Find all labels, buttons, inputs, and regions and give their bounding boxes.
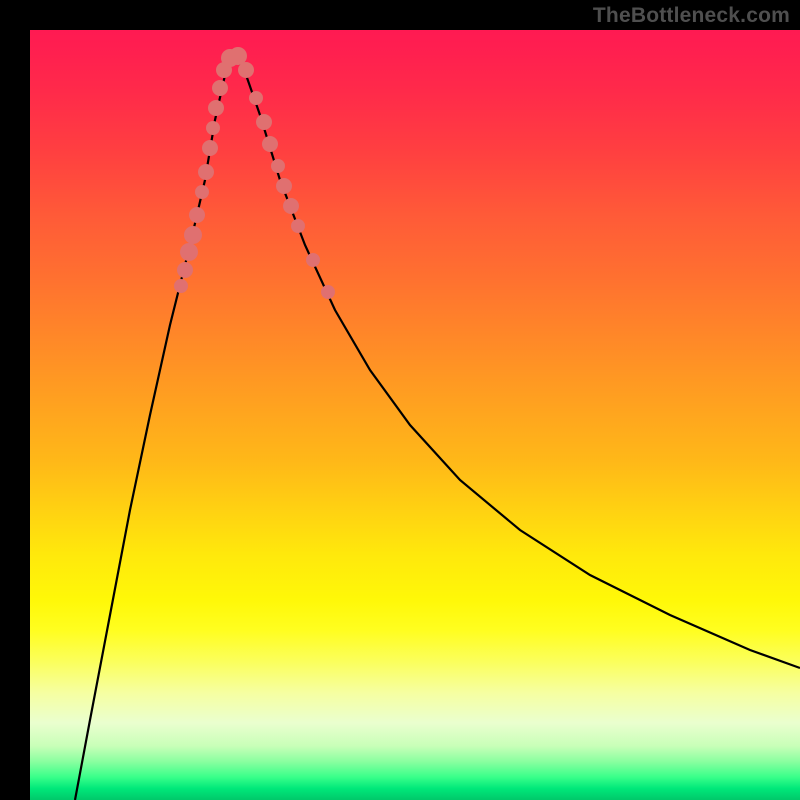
data-points-group xyxy=(174,47,335,299)
data-point xyxy=(180,243,198,261)
data-point xyxy=(177,262,193,278)
data-point xyxy=(206,121,220,135)
data-point xyxy=(198,164,214,180)
data-point xyxy=(249,91,263,105)
data-point xyxy=(291,219,305,233)
data-point xyxy=(184,226,202,244)
data-point xyxy=(256,114,272,130)
chart-frame: TheBottleneck.com xyxy=(0,0,800,800)
data-point xyxy=(212,80,228,96)
data-point xyxy=(271,159,285,173)
data-point xyxy=(174,279,188,293)
watermark-label: TheBottleneck.com xyxy=(593,4,790,28)
bottleneck-curve-svg xyxy=(30,30,800,800)
data-point xyxy=(195,185,209,199)
data-point xyxy=(276,178,292,194)
data-point xyxy=(208,100,224,116)
plot-area xyxy=(30,30,800,800)
data-point xyxy=(189,207,205,223)
bottleneck-curve-path xyxy=(75,55,800,800)
data-point xyxy=(238,62,254,78)
data-point xyxy=(306,253,320,267)
data-point xyxy=(321,285,335,299)
data-point xyxy=(262,136,278,152)
data-point xyxy=(202,140,218,156)
data-point xyxy=(283,198,299,214)
